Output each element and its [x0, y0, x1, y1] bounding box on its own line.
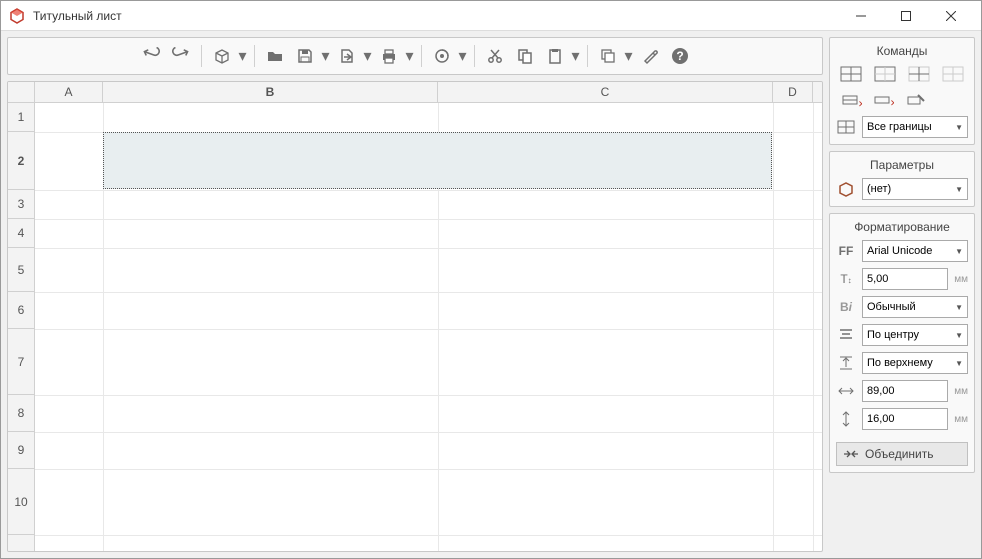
close-button[interactable] [928, 1, 973, 30]
commands-panel: Команды ✕ ✕ Все границы▼ [829, 37, 975, 145]
font-select-value: Arial Unicode [867, 245, 932, 257]
undo-button[interactable] [137, 42, 165, 70]
app-icon [9, 8, 25, 24]
main-toolbar: ▾ ▾ ▾ ▾ ▾ ▾ ▾ ? [137, 42, 694, 70]
row-header-7[interactable]: 7 [8, 329, 34, 395]
paste-button[interactable] [541, 42, 569, 70]
commands-title: Команды [836, 44, 968, 58]
text-size-unit: мм [954, 274, 968, 285]
row-header-6[interactable]: 6 [8, 292, 34, 329]
valign-icon [836, 353, 856, 373]
layers-button[interactable] [594, 42, 622, 70]
delete-row-icon[interactable]: ✕ [838, 90, 866, 110]
row-header-1[interactable]: 1 [8, 103, 34, 132]
svg-text:✕: ✕ [890, 98, 894, 108]
weight-select-value: Обычный [867, 301, 916, 313]
border-inner-icon[interactable] [905, 64, 933, 84]
layers-dropdown[interactable]: ▾ [624, 42, 634, 70]
border-grid-icon [836, 117, 856, 137]
spreadsheet-grid[interactable]: ABCD 12345678910 [7, 81, 823, 552]
copy-button[interactable] [511, 42, 539, 70]
col-header-C[interactable]: C [438, 82, 773, 102]
row-header-4[interactable]: 4 [8, 219, 34, 248]
save-dropdown[interactable]: ▾ [321, 42, 331, 70]
svg-text:✕: ✕ [858, 99, 862, 108]
text-size-icon: T↕ [836, 269, 856, 289]
maximize-button[interactable] [883, 1, 928, 30]
row-header-10[interactable]: 10 [8, 469, 34, 535]
border-all-icon[interactable] [837, 64, 865, 84]
height-input[interactable]: 16,00 [862, 408, 948, 430]
border-select[interactable]: Все границы▼ [862, 116, 968, 138]
col-header-B[interactable]: B [103, 82, 438, 102]
minimize-button[interactable] [838, 1, 883, 30]
bold-icon: Bi [836, 297, 856, 317]
format-panel: Форматирование FF Arial Unicode▼ T↕ 5,00… [829, 213, 975, 473]
clear-cell-icon[interactable] [902, 90, 930, 110]
halign-select[interactable]: По центру▼ [862, 324, 968, 346]
halign-select-value: По центру [867, 329, 919, 341]
row-header-2[interactable]: 2 [8, 132, 34, 190]
export-dropdown[interactable]: ▾ [363, 42, 373, 70]
print-dropdown[interactable]: ▾ [405, 42, 415, 70]
cut-button[interactable] [481, 42, 509, 70]
col-header-D[interactable]: D [773, 82, 813, 102]
params-title: Параметры [836, 158, 968, 172]
border-outer-icon[interactable] [871, 64, 899, 84]
valign-select[interactable]: По верхнему▼ [862, 352, 968, 374]
box-dropdown[interactable]: ▾ [238, 42, 248, 70]
text-size-input[interactable]: 5,00 [862, 268, 948, 290]
params-panel: Параметры (нет)▼ [829, 151, 975, 207]
format-title: Форматирование [836, 220, 968, 234]
width-icon [836, 381, 856, 401]
params-select[interactable]: (нет)▼ [862, 178, 968, 200]
merge-icon [843, 448, 859, 460]
height-icon [836, 409, 856, 429]
settings-button[interactable] [636, 42, 664, 70]
box-button[interactable] [208, 42, 236, 70]
row-header-9[interactable]: 9 [8, 432, 34, 469]
font-icon: FF [836, 241, 856, 261]
params-select-value: (нет) [867, 183, 891, 195]
help-button[interactable]: ? [666, 42, 694, 70]
save-button[interactable] [291, 42, 319, 70]
redo-button[interactable] [167, 42, 195, 70]
svg-text:?: ? [676, 49, 683, 63]
width-value: 89,00 [867, 385, 895, 397]
print-button[interactable] [375, 42, 403, 70]
preview-button[interactable] [428, 42, 456, 70]
open-button[interactable] [261, 42, 289, 70]
delete-col-icon[interactable]: ✕ [870, 90, 898, 110]
width-input[interactable]: 89,00 [862, 380, 948, 402]
preview-dropdown[interactable]: ▾ [458, 42, 468, 70]
paste-dropdown[interactable]: ▾ [571, 42, 581, 70]
grid-corner[interactable] [8, 82, 35, 102]
weight-select[interactable]: Обычный▼ [862, 296, 968, 318]
height-value: 16,00 [867, 413, 895, 425]
selected-cell[interactable] [103, 132, 772, 189]
row-header-8[interactable]: 8 [8, 395, 34, 432]
border-none-icon[interactable] [939, 64, 967, 84]
text-size-value: 5,00 [867, 273, 888, 285]
row-header-5[interactable]: 5 [8, 248, 34, 292]
row-header-3[interactable]: 3 [8, 190, 34, 219]
merge-label: Объединить [865, 447, 934, 461]
col-header-A[interactable]: A [35, 82, 103, 102]
export-button[interactable] [333, 42, 361, 70]
border-select-value: Все границы [867, 121, 932, 133]
height-unit: мм [954, 414, 968, 425]
params-link-icon [836, 179, 856, 199]
width-unit: мм [954, 386, 968, 397]
valign-select-value: По верхнему [867, 357, 933, 369]
halign-icon [836, 325, 856, 345]
font-select[interactable]: Arial Unicode▼ [862, 240, 968, 262]
window-title: Титульный лист [33, 9, 838, 23]
merge-button[interactable]: Объединить [836, 442, 968, 466]
